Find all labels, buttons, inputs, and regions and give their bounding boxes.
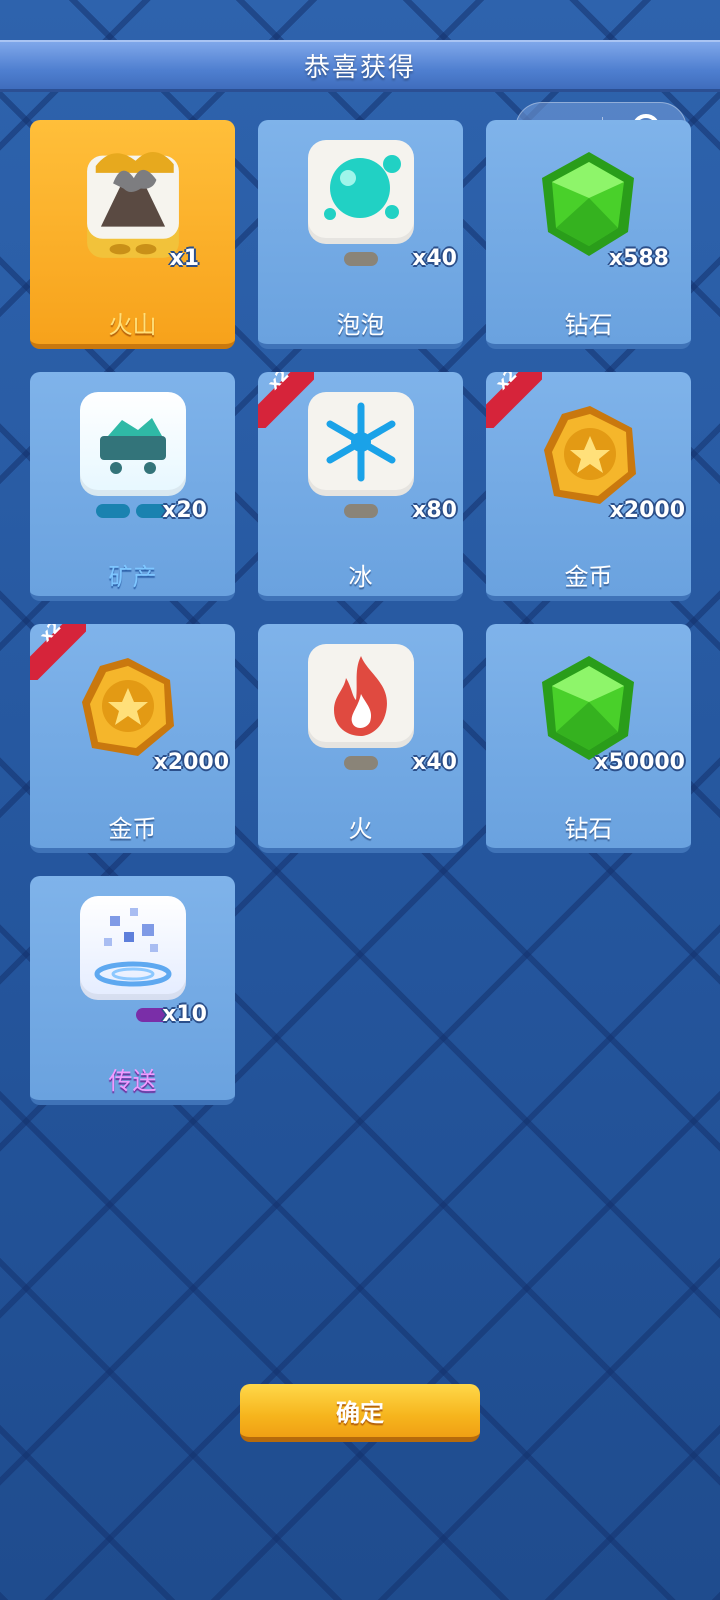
double-badge: x2: [486, 372, 542, 428]
reward-count: x588: [608, 246, 669, 271]
reward-name: 矿产: [108, 563, 157, 591]
page-title: 恭喜获得: [303, 53, 416, 83]
reward-name: 火: [348, 815, 373, 843]
confirm-button-label: 确定: [336, 1399, 384, 1427]
gold-coin-icon: [544, 406, 636, 504]
fire-dice-icon: [308, 644, 414, 774]
reward-card-teleport[interactable]: x10 传送: [30, 876, 235, 1105]
reward-card-ice[interactable]: x2 x80 冰: [258, 372, 463, 601]
reward-name: 冰: [348, 563, 373, 591]
reward-name: 钻石: [564, 815, 613, 843]
reward-card-mine[interactable]: x20 矿产: [30, 372, 235, 601]
reward-count: x10: [162, 1002, 207, 1027]
reward-count: x80: [412, 498, 457, 523]
reward-count: x40: [412, 246, 457, 271]
reward-count: x2000: [609, 498, 685, 523]
reward-name: 传送: [108, 1067, 157, 1095]
title-bar: 恭喜获得: [0, 40, 720, 92]
green-diamond-icon: [542, 656, 634, 760]
reward-name: 火山: [108, 311, 157, 339]
bubble-dice-icon: [308, 140, 414, 270]
reward-count: x40: [412, 750, 457, 775]
reward-count: x2000: [153, 750, 229, 775]
confirm-button[interactable]: 确定: [240, 1384, 480, 1442]
snowflake-dice-icon: [308, 392, 414, 522]
reward-count: x20: [162, 498, 207, 523]
double-badge: x2: [258, 372, 314, 428]
reward-card-diamond[interactable]: x588 钻石: [486, 120, 691, 349]
green-diamond-icon: [542, 152, 634, 256]
gold-coin-icon: [82, 658, 174, 756]
reward-card-coin[interactable]: x2 x2000 金币: [486, 372, 691, 601]
reward-name: 金币: [564, 563, 613, 591]
reward-name: 泡泡: [336, 311, 385, 339]
reward-card-bubble[interactable]: x40 泡泡: [258, 120, 463, 349]
reward-name: 钻石: [564, 311, 613, 339]
reward-card-fire[interactable]: x40 火: [258, 624, 463, 853]
reward-name: 金币: [108, 815, 157, 843]
reward-card-diamond[interactable]: x50000 钻石: [486, 624, 691, 853]
reward-count: x50000: [594, 750, 685, 775]
reward-card-volcano[interactable]: x1 火山: [30, 120, 235, 349]
reward-card-coin[interactable]: x2 x2000 金币: [30, 624, 235, 853]
reward-count: x1: [169, 246, 200, 271]
